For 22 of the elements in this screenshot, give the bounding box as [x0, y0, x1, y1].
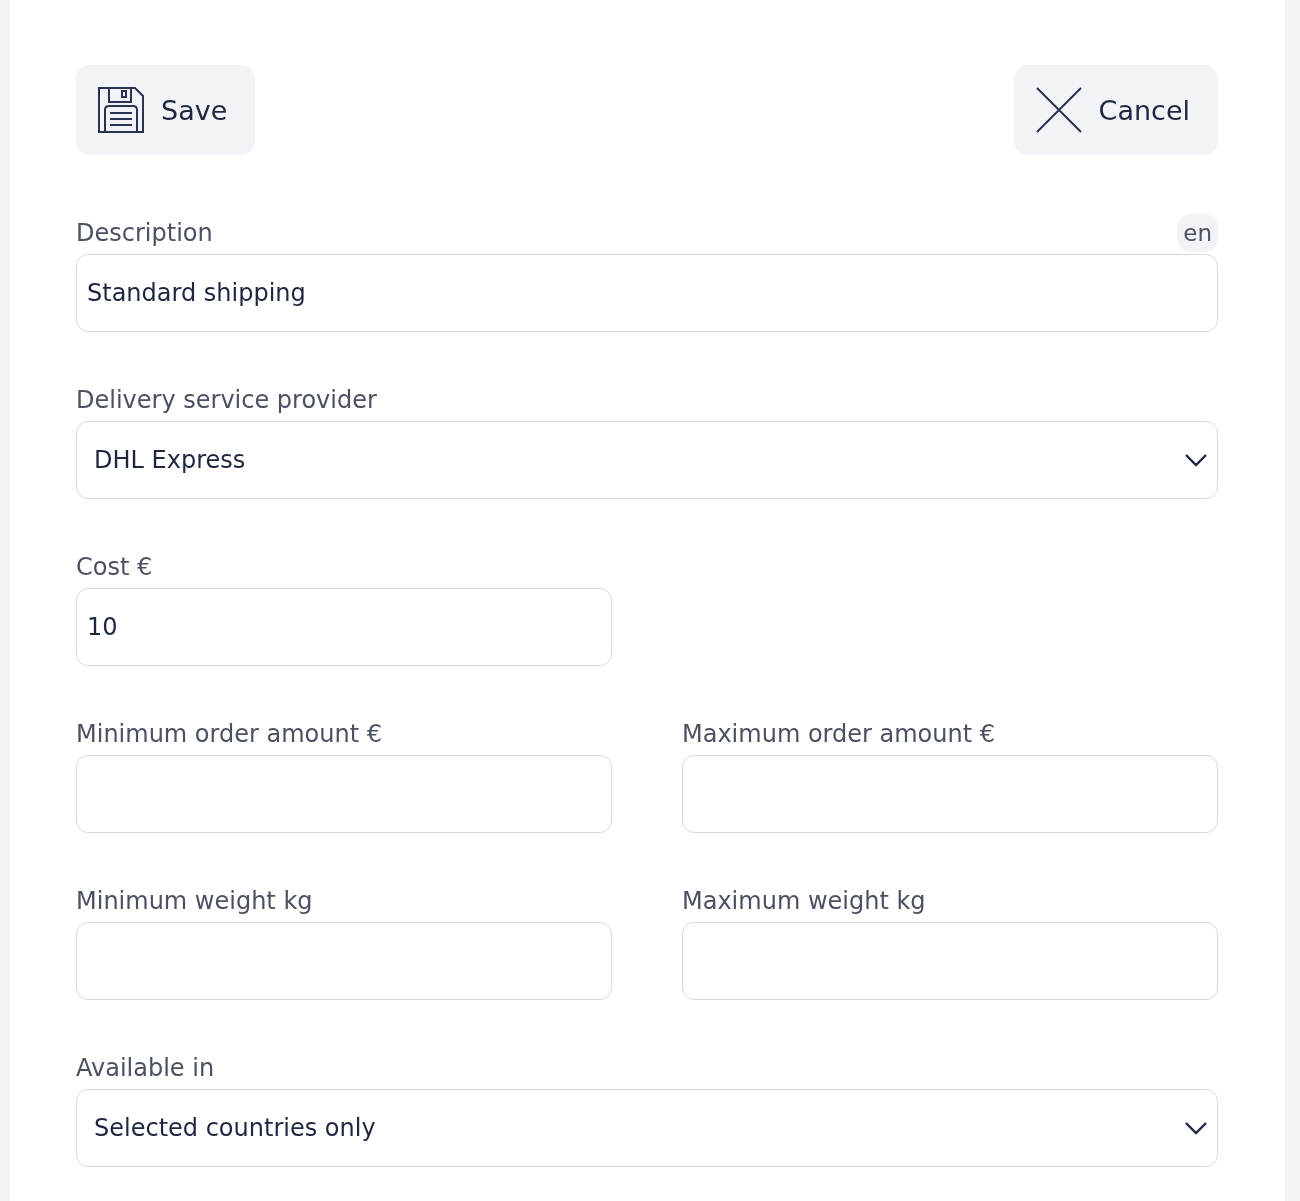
field-label: Cost €	[76, 553, 153, 581]
input-field[interactable]: 10	[76, 588, 612, 666]
field-label: Available in	[76, 1054, 215, 1082]
language-tag[interactable]: en	[1177, 214, 1218, 252]
input-field[interactable]	[76, 755, 612, 833]
field-label: Minimum weight kg	[76, 887, 313, 915]
input-field[interactable]	[76, 922, 612, 1000]
cancel-button[interactable]: Cancel	[1013, 65, 1218, 155]
select-field[interactable]: Selected countries only	[76, 1089, 1218, 1167]
field-label: Maximum order amount €	[682, 720, 995, 748]
input-field[interactable]	[682, 922, 1218, 1000]
chevron-down-icon	[1185, 453, 1207, 467]
field-label: Description	[76, 219, 213, 247]
field-label: Delivery service provider	[76, 386, 377, 414]
input-field[interactable]	[682, 755, 1218, 833]
field-label: Minimum order amount €	[76, 720, 382, 748]
chevron-down-icon	[1185, 1121, 1207, 1135]
save-button[interactable]: Save	[76, 65, 256, 155]
field-label: Maximum weight kg	[682, 887, 926, 915]
close-icon	[1034, 86, 1083, 134]
select-field[interactable]: DHL Express	[76, 421, 1218, 499]
input-field[interactable]: Standard shipping	[76, 254, 1218, 332]
